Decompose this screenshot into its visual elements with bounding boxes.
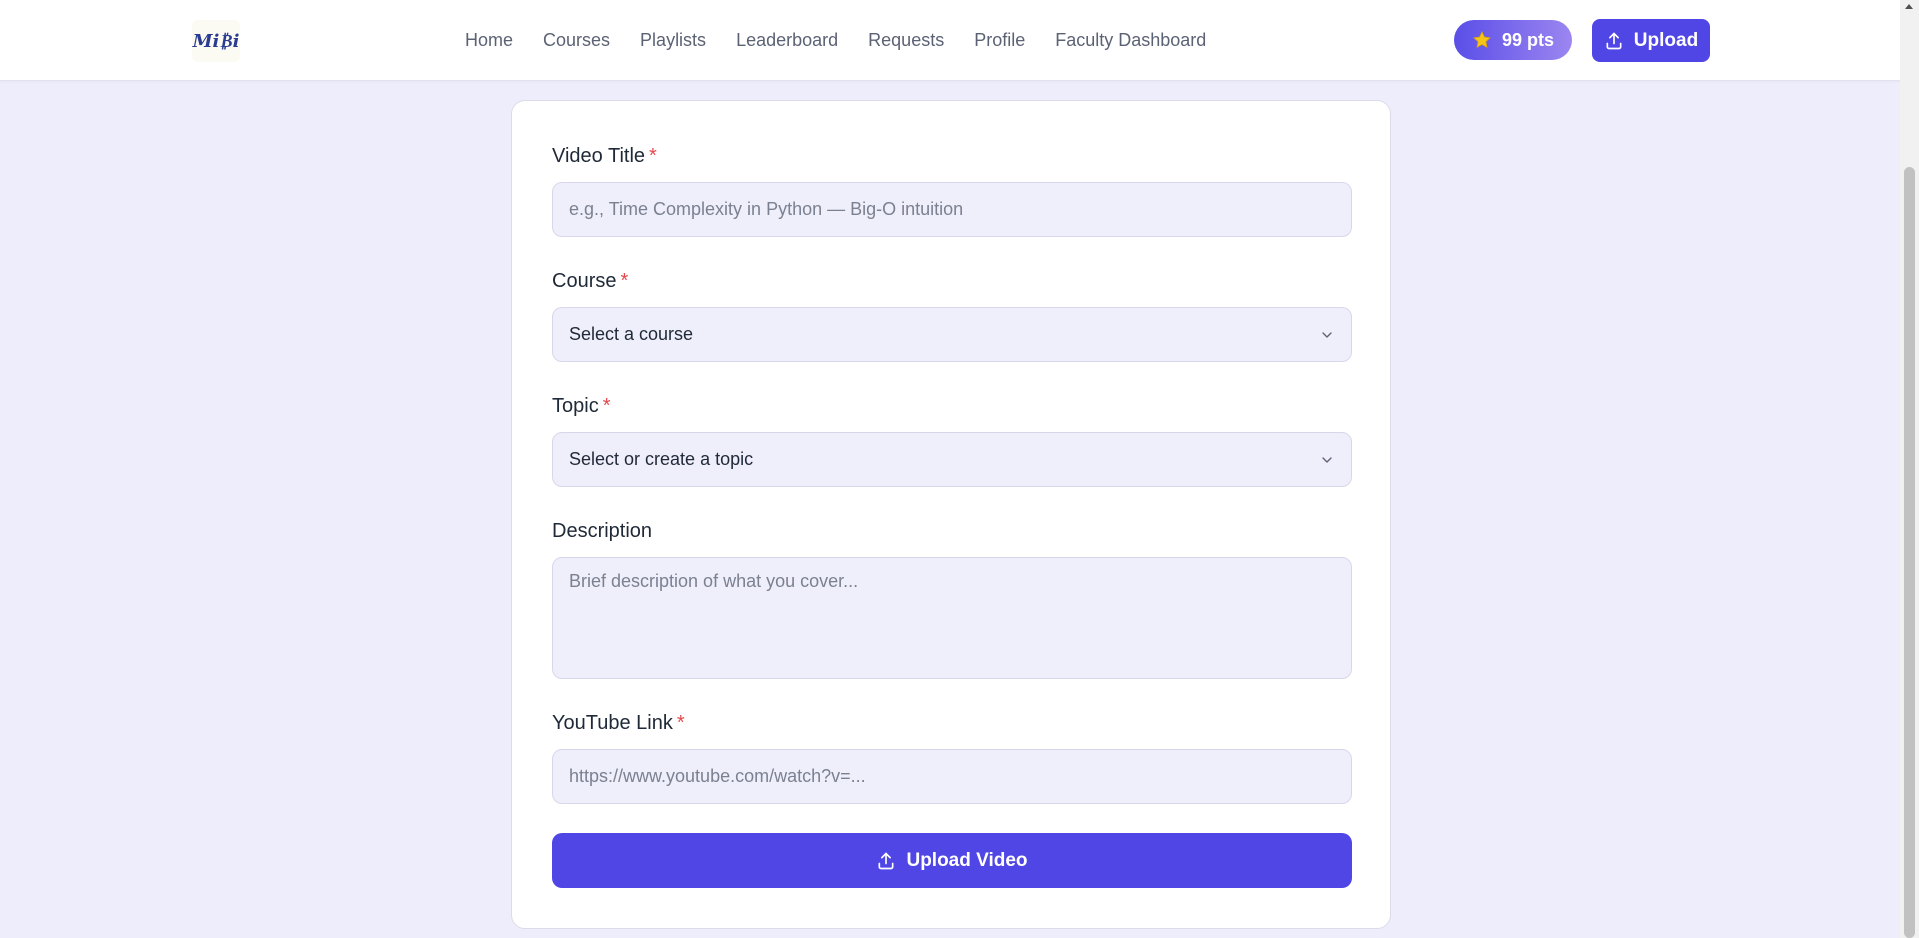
page-scrollbar[interactable] bbox=[1900, 0, 1919, 938]
nav-home[interactable]: Home bbox=[465, 30, 513, 51]
upload-icon bbox=[878, 852, 894, 869]
top-navbar: Mi₿i Home Courses Playlists Leaderboard … bbox=[0, 0, 1900, 81]
topic-select[interactable]: Select or create a topic bbox=[552, 432, 1352, 487]
app-logo[interactable]: Mi₿i bbox=[192, 20, 240, 62]
required-marker: * bbox=[602, 395, 611, 417]
scrollbar-thumb[interactable] bbox=[1904, 167, 1915, 938]
course-label: Course * bbox=[552, 270, 628, 293]
header-upload-button[interactable]: Upload bbox=[1592, 19, 1710, 62]
chevron-down-icon bbox=[1322, 456, 1332, 463]
description-textarea[interactable] bbox=[552, 557, 1352, 679]
nav-courses[interactable]: Courses bbox=[543, 30, 610, 51]
nav-faculty-dashboard[interactable]: Faculty Dashboard bbox=[1055, 30, 1206, 51]
topic-label-text: Topic bbox=[552, 395, 599, 417]
nav-leaderboard[interactable]: Leaderboard bbox=[736, 30, 838, 51]
star-icon bbox=[1473, 31, 1491, 48]
chevron-down-icon bbox=[1322, 331, 1332, 338]
course-select-value: Select a course bbox=[569, 324, 694, 344]
nav-playlists[interactable]: Playlists bbox=[640, 30, 706, 51]
upload-form-card: Video Title* Course* Select a course Top… bbox=[511, 100, 1391, 929]
points-label: 99 pts bbox=[1501, 29, 1555, 50]
video-title-label-text: Video Title bbox=[552, 145, 646, 167]
video-title-input[interactable] bbox=[552, 182, 1352, 237]
topic-label: Topic * bbox=[552, 395, 611, 418]
description-label: Description bbox=[552, 520, 652, 543]
nav-requests[interactable]: Requests bbox=[868, 30, 944, 51]
course-label-text: Course bbox=[552, 270, 617, 292]
youtube-link-label: YouTube Link * bbox=[552, 712, 685, 735]
required-marker: * bbox=[649, 145, 657, 167]
nav-profile[interactable]: Profile bbox=[974, 30, 1025, 51]
upload-icon bbox=[1606, 32, 1622, 49]
scroll-up-arrow-icon[interactable] bbox=[1905, 4, 1913, 9]
description-label-text: Description bbox=[552, 520, 653, 542]
youtube-link-label-text: YouTube Link bbox=[552, 712, 673, 734]
required-marker: * bbox=[676, 712, 685, 734]
video-title-label: Video Title * bbox=[552, 145, 657, 168]
topic-select-value: Select or create a topic bbox=[569, 449, 754, 469]
header-upload-label: Upload bbox=[1633, 29, 1699, 51]
course-select[interactable]: Select a course bbox=[552, 307, 1352, 362]
main-nav: Home Courses Playlists Leaderboard Reque… bbox=[465, 0, 1206, 81]
upload-video-button[interactable]: Upload Video bbox=[552, 833, 1352, 888]
required-marker: * bbox=[620, 270, 629, 292]
youtube-link-input[interactable] bbox=[552, 749, 1352, 804]
points-badge[interactable]: 99 pts bbox=[1454, 20, 1572, 60]
upload-video-label: Upload Video bbox=[906, 849, 1028, 871]
